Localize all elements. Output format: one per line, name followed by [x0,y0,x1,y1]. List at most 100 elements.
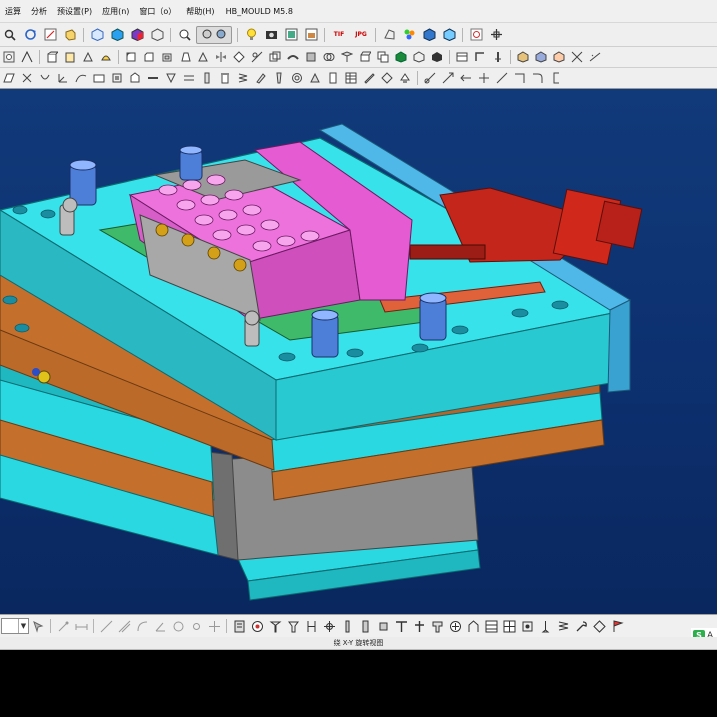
circle-tool-icon[interactable] [171,619,185,633]
render-icon[interactable] [421,27,437,43]
select-icon[interactable] [31,619,45,633]
insert-icon[interactable] [380,71,394,85]
constraint-icon[interactable] [552,50,566,64]
slider-icon[interactable] [473,50,487,64]
zoom-icon[interactable] [176,27,192,43]
bulb-icon[interactable] [243,27,259,43]
mold-base-icon[interactable] [455,50,469,64]
pick-icon[interactable] [56,619,70,633]
assembly-icon[interactable] [516,50,530,64]
gear-icon[interactable] [322,619,336,633]
screw-icon[interactable] [200,71,214,85]
plate-icon[interactable] [232,619,246,633]
flag-icon[interactable] [610,619,624,633]
grid-icon[interactable] [502,619,516,633]
guide-pin-icon[interactable] [218,71,232,85]
plugin-menu-title[interactable]: HB_MOULD M5.8 [220,7,293,16]
rib-icon[interactable] [196,50,210,64]
pin-icon[interactable] [358,619,372,633]
display-style-icon[interactable] [283,27,299,43]
runner-icon[interactable] [146,71,160,85]
arc-tool-icon[interactable] [135,619,149,633]
help-icon[interactable] [488,27,504,43]
slot-icon[interactable] [304,619,318,633]
export-jpg-button[interactable]: JPG [352,27,370,43]
mold-plate-icon[interactable] [520,619,534,633]
pattern-icon[interactable] [20,50,34,64]
view-mode-toggle[interactable] [196,25,232,44]
sprue-icon[interactable] [272,71,286,85]
offset-icon[interactable] [268,50,282,64]
counterbore-icon[interactable] [430,619,444,633]
stop-pin-icon[interactable] [308,71,322,85]
blend-icon[interactable] [99,50,113,64]
search-icon[interactable] [2,27,18,43]
cooling-icon[interactable] [182,71,196,85]
pin-tool-icon[interactable] [268,619,282,633]
small-circle-tool-icon[interactable] [189,619,203,633]
datum-plane-icon[interactable] [2,71,16,85]
fork-icon[interactable] [466,619,480,633]
coordinate-system-icon[interactable] [56,71,70,85]
cross-pin-icon[interactable] [412,619,426,633]
datum-axis-icon[interactable] [20,71,34,85]
extrude-icon[interactable] [45,50,59,64]
solidify-icon[interactable] [304,50,318,64]
saved-view-icon[interactable] [89,27,105,43]
drawing-icon[interactable] [362,71,376,85]
bolt-icon[interactable] [340,619,354,633]
shading-icon[interactable] [129,27,145,43]
sketch-diagonal-icon[interactable] [495,71,509,85]
round-icon[interactable] [124,50,138,64]
project-icon[interactable] [340,50,354,64]
drill-icon[interactable] [538,619,552,633]
sketch-arc-icon[interactable] [441,71,455,85]
lifter-icon[interactable] [254,71,268,85]
menu-item-analysis[interactable]: 分析 [26,6,52,17]
point-tool-icon[interactable] [207,619,221,633]
shell-icon[interactable] [160,50,174,64]
union-icon[interactable] [430,50,444,64]
hole-icon[interactable] [2,50,16,64]
block-icon[interactable] [376,619,390,633]
target-icon[interactable] [250,619,264,633]
electrode-icon[interactable] [398,71,412,85]
bom-icon[interactable] [344,71,358,85]
parting-surface-icon[interactable] [92,71,106,85]
mold-assembly-model[interactable] [0,89,717,614]
explode-icon[interactable] [570,50,584,64]
tee-icon[interactable] [394,619,408,633]
cavity-icon[interactable] [110,71,124,85]
draft-icon[interactable] [178,50,192,64]
menu-item-applications[interactable]: 应用(n) [97,6,134,17]
model-viewport[interactable] [0,89,717,614]
curve-icon[interactable] [74,71,88,85]
sketch-corner-icon[interactable] [513,71,527,85]
refit-icon[interactable] [149,27,165,43]
chamfer-icon[interactable] [142,50,156,64]
line-tool-2-icon[interactable] [117,619,131,633]
cube-icon[interactable] [412,50,426,64]
sketch-round-corner-icon[interactable] [531,71,545,85]
spring-icon[interactable] [236,71,250,85]
measure-distance-icon[interactable] [74,619,88,633]
sketch-line-icon[interactable] [423,71,437,85]
sketch-icon[interactable] [42,27,58,43]
sweep-icon[interactable] [81,50,95,64]
gate-icon[interactable] [164,71,178,85]
regenerate-icon[interactable] [22,27,38,43]
wrench-icon[interactable] [574,619,588,633]
sketch-arrow-icon[interactable] [459,71,473,85]
wrap-icon[interactable] [358,50,372,64]
nozzle-icon[interactable] [286,619,300,633]
intersect-icon[interactable] [322,50,336,64]
core-icon[interactable] [128,71,142,85]
datum-point-icon[interactable] [38,71,52,85]
support-pillar-icon[interactable] [326,71,340,85]
trim-icon[interactable] [250,50,264,64]
circle-plus-icon[interactable] [448,619,462,633]
ejector-icon[interactable] [491,50,505,64]
menu-item-help[interactable]: 帮助(H) [181,6,219,17]
sketch-cross-icon[interactable] [477,71,491,85]
thicken-icon[interactable] [286,50,300,64]
